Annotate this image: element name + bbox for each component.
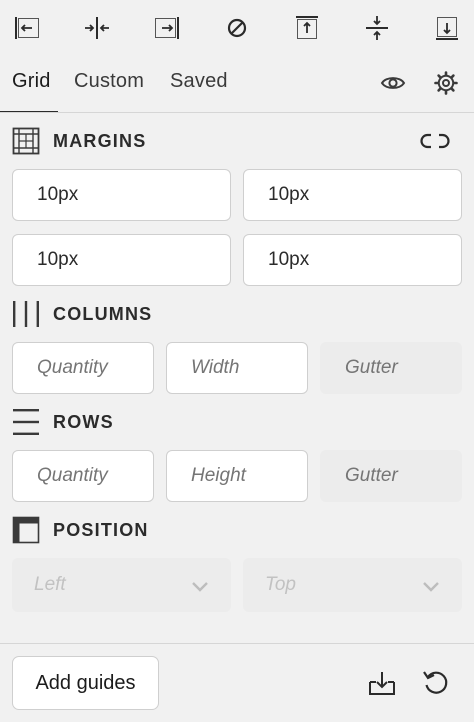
position-horizontal-select: Left: [12, 558, 231, 612]
position-horizontal-value: Left: [34, 574, 66, 595]
reset-icon[interactable]: [421, 668, 451, 698]
position-vertical-value: Top: [265, 574, 296, 595]
align-bottom-icon[interactable]: [432, 13, 462, 43]
rows-gutter-input: [320, 450, 462, 502]
position-header: POSITION: [12, 516, 149, 544]
columns-title: COLUMNS: [53, 303, 153, 324]
chevron-down-icon: [192, 582, 208, 592]
gear-icon[interactable]: [433, 70, 459, 96]
columns-header: COLUMNS: [12, 300, 152, 328]
columns-quantity-input[interactable]: [12, 342, 154, 394]
add-guides-button[interactable]: Add guides: [12, 656, 159, 710]
rows-height-input[interactable]: [166, 450, 308, 502]
margins-title: MARGINS: [53, 130, 147, 151]
alignment-toolbar: [0, 0, 474, 56]
columns-width-input[interactable]: [166, 342, 308, 394]
tab-custom[interactable]: Custom: [74, 70, 144, 93]
position-vertical-select: Top: [243, 558, 462, 612]
rows-quantity-input[interactable]: [12, 450, 154, 502]
eye-icon[interactable]: [380, 70, 406, 96]
no-alignment-icon[interactable]: [222, 13, 252, 43]
tab-saved[interactable]: Saved: [170, 70, 228, 93]
rows-icon: [13, 409, 39, 435]
columns-icon: [13, 301, 39, 327]
tabs-divider: [0, 112, 474, 113]
margin-top-field[interactable]: [12, 169, 231, 221]
position-icon: [12, 516, 40, 544]
import-icon[interactable]: [367, 668, 397, 698]
rows-title: ROWS: [53, 411, 114, 432]
align-center-vertical-icon[interactable]: [362, 13, 392, 43]
margins-header: MARGINS: [12, 127, 146, 155]
rows-header: ROWS: [12, 408, 114, 436]
unlink-icon[interactable]: [420, 130, 450, 152]
align-center-horizontal-icon[interactable]: [82, 13, 112, 43]
chevron-down-icon: [423, 582, 439, 592]
margins-grid-icon: [12, 127, 40, 155]
columns-gutter-input: [320, 342, 462, 394]
align-right-icon[interactable]: [152, 13, 182, 43]
position-title: POSITION: [53, 519, 149, 540]
margin-right-field[interactable]: [243, 169, 462, 221]
align-left-icon[interactable]: [12, 13, 42, 43]
tab-grid[interactable]: Grid: [12, 70, 51, 93]
footer-divider: [0, 643, 474, 644]
align-top-icon[interactable]: [292, 13, 322, 43]
margin-left-field[interactable]: [243, 234, 462, 286]
margin-bottom-field[interactable]: [12, 234, 231, 286]
